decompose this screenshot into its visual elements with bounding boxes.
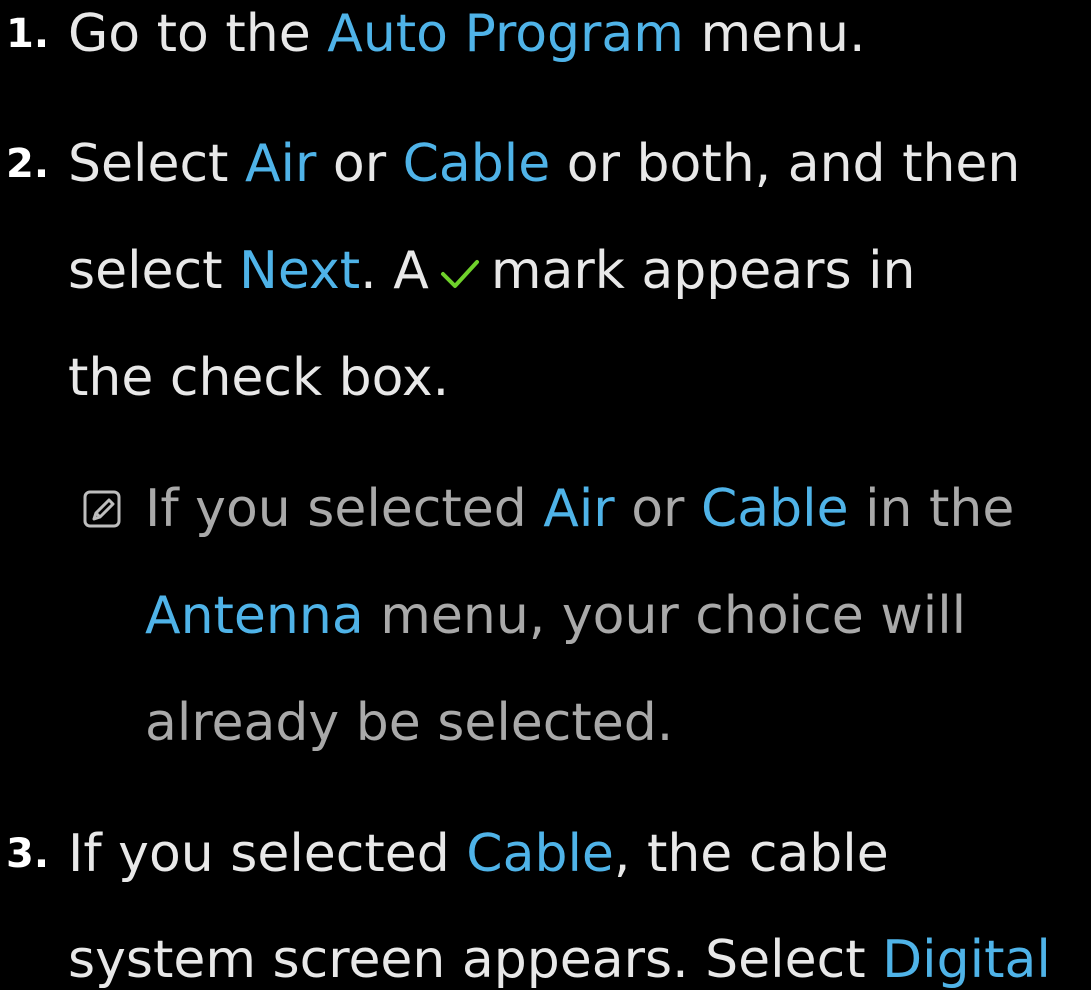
option-cable: Cable	[402, 134, 551, 194]
step-number: 2.	[6, 141, 50, 187]
option-cable: Cable	[466, 824, 614, 884]
note-text-line: Antenna menu, your choice will	[145, 586, 967, 646]
note-text-line: already be selected.	[145, 693, 674, 753]
menu-link-auto-program: Auto Program	[327, 4, 684, 64]
step-text-line: Go to the Auto Program menu.	[68, 4, 866, 64]
step-text-line: the check box.	[68, 348, 450, 408]
button-next-reference: Next	[239, 241, 361, 301]
option-air: Air	[244, 134, 317, 194]
checkmark-icon	[440, 260, 479, 288]
step-text-line: If you selected Cable, the cable	[68, 824, 889, 884]
step-number: 3.	[6, 831, 50, 877]
option-digital: Digital	[882, 930, 1051, 990]
option-cable: Cable	[700, 479, 849, 539]
note-text-line: If you selected Air or Cable in the	[145, 479, 1015, 539]
step-text-line: Select Air or Cable or both, and then	[68, 134, 1021, 194]
option-air: Air	[543, 479, 615, 539]
menu-link-antenna: Antenna	[145, 586, 364, 646]
note-icon	[83, 490, 121, 528]
step-text-line: system screen appears. Select Digital	[68, 930, 1051, 990]
step-number: 1.	[6, 11, 50, 57]
step-text-line: select Next. Amark appears in	[68, 241, 916, 301]
